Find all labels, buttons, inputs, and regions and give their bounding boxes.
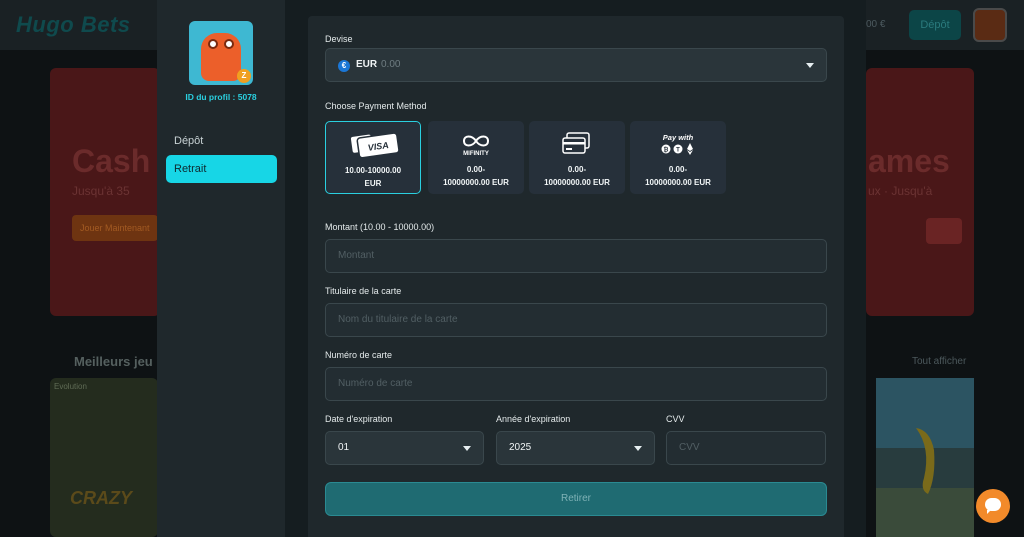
payment-method-range: 0.00- [567, 165, 587, 174]
game-card[interactable]: Evolution CRAZY [50, 378, 158, 537]
crypto-name: Pay with [663, 133, 694, 142]
payment-method-label: Choose Payment Method [325, 101, 427, 111]
svg-text:T: T [676, 148, 680, 154]
profile-avatar: Z [189, 21, 253, 85]
visa-card-icon: VISA [350, 132, 400, 158]
payment-method-range-max: 10000000.00 EUR [544, 178, 610, 187]
euro-icon: € [338, 60, 350, 72]
game-card-provider: Evolution [54, 382, 87, 391]
promo-banner-right-button[interactable] [926, 218, 962, 244]
expiry-month-value: 01 [338, 442, 350, 453]
avatar-eye-icon [224, 39, 234, 49]
payment-method-visa[interactable]: VISA 10.00-10000.00 EUR [325, 121, 421, 194]
promo-banner-left-subtitle: Jusqu'à 35 [72, 184, 130, 198]
currency-code: EUR [356, 59, 378, 70]
sidebar-item-depot[interactable]: Dépôt [166, 127, 277, 155]
section-view-all-link[interactable]: Tout afficher [912, 356, 966, 367]
svg-text:₿: ₿ [664, 147, 669, 154]
payment-method-range-max: 10000000.00 EUR [443, 178, 509, 187]
amount-label: Montant (10.00 - 10000.00) [325, 222, 435, 232]
currency-balance: 0.00 [381, 59, 401, 70]
amount-input[interactable]: Montant [325, 239, 827, 273]
chevron-down-icon [463, 446, 471, 451]
pay-with-crypto-icon: Pay with ₿ T [661, 133, 694, 155]
currency-label: Devise [325, 34, 353, 44]
avatar-eye-icon [208, 39, 218, 49]
withdraw-button[interactable]: Retirer [325, 482, 827, 516]
expiry-month-select[interactable]: 01 [325, 431, 484, 465]
expiry-year-value: 2025 [509, 442, 532, 453]
card-number-input[interactable]: Numéro de carte [325, 367, 827, 401]
promo-banner-left-button[interactable]: Jouer Maintenant [72, 215, 158, 241]
mifinity-icon: MIFINITY [462, 135, 490, 157]
bank-card-icon [562, 132, 590, 154]
avatar-character-icon [201, 33, 241, 81]
game-card-title: CRAZY [70, 488, 132, 508]
banana-game-art-icon [876, 378, 974, 537]
expiry-year-select[interactable]: 2025 [496, 431, 655, 465]
payment-method-bank-card[interactable]: 0.00- 10000000.00 EUR [529, 121, 625, 194]
card-holder-input[interactable]: Nom du titulaire de la carte [325, 303, 827, 337]
cvv-label: CVV [666, 414, 685, 424]
promo-banner-right-subtitle: ux · Jusqu'à [868, 184, 933, 198]
card-holder-label: Titulaire de la carte [325, 286, 402, 296]
chevron-down-icon [634, 446, 642, 451]
header-balance: 00 € [866, 19, 886, 30]
section-title: Meilleurs jeu [74, 354, 153, 369]
payment-method-range: 10.00-10000.00 [344, 166, 402, 175]
chevron-down-icon [806, 63, 814, 68]
payment-method-currency: EUR [364, 179, 382, 188]
currency-select[interactable]: € EUR 0.00 [325, 48, 827, 82]
card-number-label: Numéro de carte [325, 350, 393, 360]
chat-bubble-icon [985, 498, 1001, 514]
chat-support-button[interactable] [976, 489, 1010, 523]
expiry-month-label: Date d'expiration [325, 414, 393, 424]
header-deposit-button[interactable]: Dépôt [909, 10, 961, 40]
cvv-input[interactable]: CVV [666, 431, 826, 465]
payment-method-crypto[interactable]: Pay with ₿ T 0.00- 10000000.00 EUR [630, 121, 726, 194]
payment-method-mifinity[interactable]: MIFINITY 0.00- 10000000.00 EUR [428, 121, 524, 194]
promo-banner-right-title: ames [868, 143, 950, 179]
site-logo-text: Hugo Bets [16, 12, 131, 37]
mifinity-name: MIFINITY [463, 151, 489, 157]
payment-method-range: 0.00- [466, 165, 486, 174]
expiry-year-label: Année d'expiration [496, 414, 571, 424]
profile-id: ID du profil : 5078 [185, 92, 257, 102]
payment-method-range-max: 10000000.00 EUR [645, 178, 711, 187]
promo-banner-left-title: Cash [72, 143, 151, 179]
header-avatar[interactable] [973, 8, 1007, 42]
avatar-level-badge-icon: Z [237, 69, 251, 83]
payment-method-range: 0.00- [668, 165, 688, 174]
game-card[interactable] [876, 378, 974, 537]
site-logo: Hugo Bets [16, 12, 131, 38]
sidebar-item-retrait[interactable]: Retrait [166, 155, 277, 183]
